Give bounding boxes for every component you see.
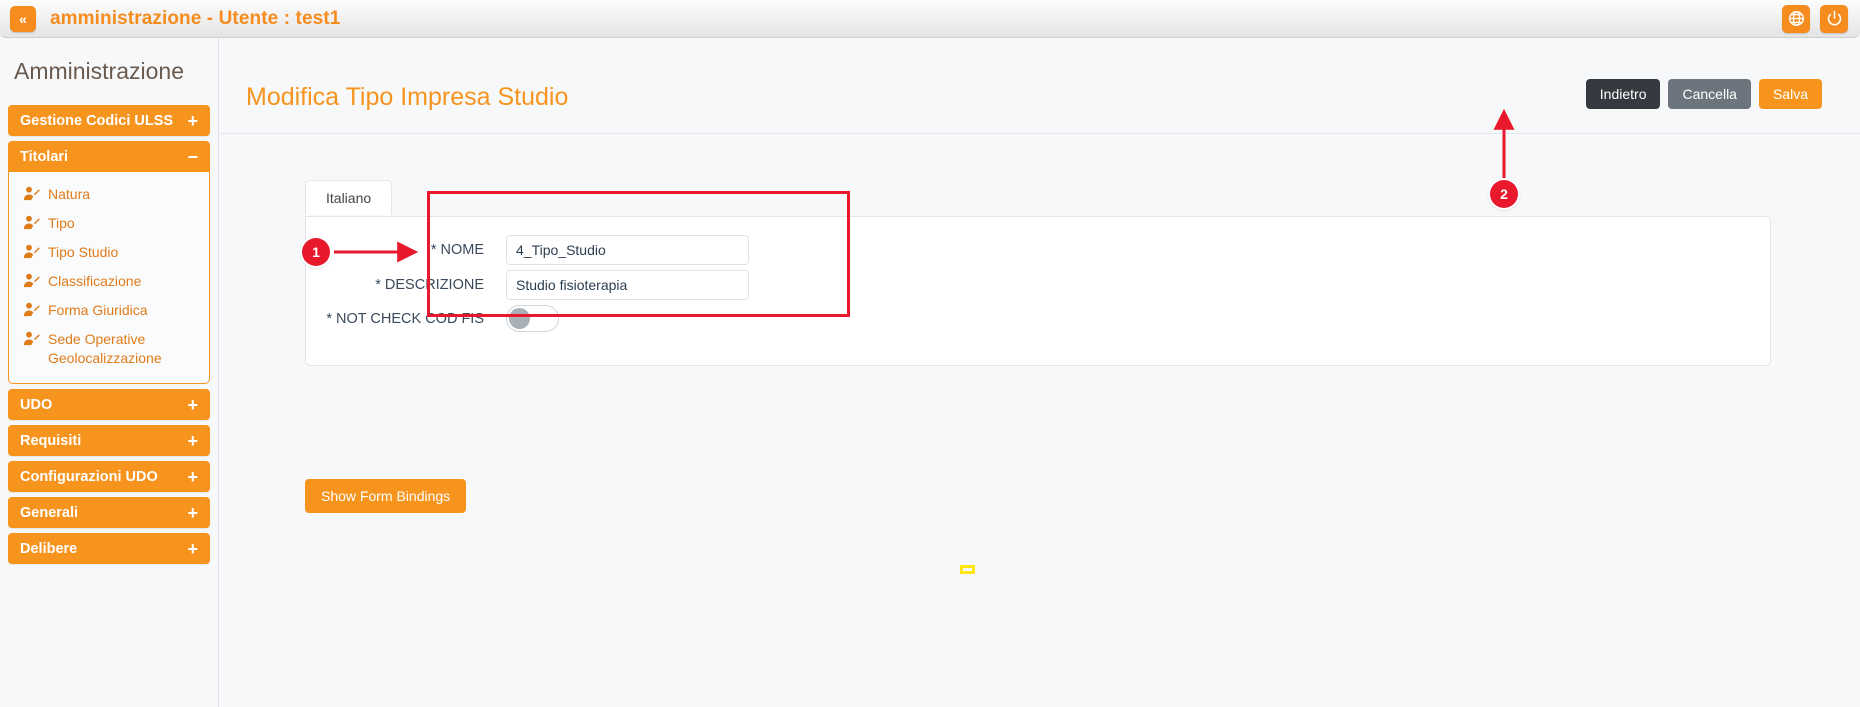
sidebar-group-udo: UDO + — [8, 389, 210, 420]
sidebar-item-sede-operative-geolocalizzazione[interactable]: Sede Operative Geolocalizzazione — [9, 325, 209, 373]
user-edit-icon — [23, 331, 40, 346]
sidebar-title: Amministrazione — [14, 58, 184, 84]
sidebar-group-header-gestione-codici-ulss[interactable]: Gestione Codici ULSS + — [8, 105, 210, 136]
nome-field[interactable] — [506, 235, 749, 265]
sidebar-group-generali: Generali + — [8, 497, 210, 528]
sidebar-group-delibere: Delibere + — [8, 533, 210, 564]
sidebar-collapse-icon[interactable]: « — [10, 5, 36, 32]
page-header: Modifica Tipo Impresa Studio Indietro Can… — [220, 38, 1860, 134]
sidebar-item-forma-giuridica[interactable]: Forma Giuridica — [9, 296, 209, 325]
sidebar-group-label: Delibere — [20, 540, 78, 557]
sidebar-group-label: Configurazioni UDO — [20, 468, 158, 485]
not-check-cod-fis-toggle[interactable] — [506, 305, 559, 332]
field-row-not-check-cod-fis: * NOT CHECK COD FIS — [306, 305, 559, 332]
sidebar-item-tipo[interactable]: Tipo — [9, 209, 209, 238]
plus-icon: + — [187, 110, 198, 131]
sidebar-group-label: UDO — [20, 396, 53, 413]
field-row-descrizione: * DESCRIZIONE — [306, 270, 749, 300]
not-check-cod-fis-label: * NOT CHECK COD FIS — [326, 310, 484, 327]
sidebar-group-gestione-codici-ulss: Gestione Codici ULSS + — [8, 105, 210, 136]
save-button[interactable]: Salva — [1758, 79, 1822, 109]
field-row-nome: * NOME — [306, 235, 749, 265]
sidebar-group-header-delibere[interactable]: Delibere + — [8, 533, 210, 564]
language-tabs: Italiano — [305, 180, 393, 215]
sidebar-group-header-udo[interactable]: UDO + — [8, 389, 210, 420]
sidebar-group-label: Requisiti — [20, 432, 82, 449]
sidebar-item-label: Natura — [48, 186, 91, 202]
sidebar-item-label: Classificazione — [48, 273, 142, 289]
sidebar: Amministrazione Gestione Codici ULSS + Tit… — [0, 38, 219, 707]
globe-icon[interactable] — [1782, 4, 1810, 33]
sidebar-item-label: Tipo — [48, 215, 75, 231]
descrizione-field[interactable] — [506, 270, 749, 300]
show-form-bindings-button[interactable]: Show Form Bindings — [305, 479, 467, 513]
toggle-knob — [509, 308, 530, 329]
minus-icon: − — [187, 146, 198, 167]
plus-icon: + — [187, 430, 198, 451]
nome-label: * NOME — [430, 242, 484, 258]
sidebar-nav: Gestione Codici ULSS + Titolari − Natura Ti… — [0, 85, 218, 564]
sidebar-group-header-requisiti[interactable]: Requisiti + — [8, 425, 210, 456]
sidebar-group-header-generali[interactable]: Generali + — [8, 497, 210, 528]
sidebar-item-tipo-studio[interactable]: Tipo Studio — [9, 238, 209, 267]
page-title: Modifica Tipo Impresa Studio — [246, 83, 569, 111]
plus-icon: + — [187, 502, 198, 523]
back-button[interactable]: Indietro — [1585, 79, 1661, 109]
descrizione-label: * DESCRIZIONE — [375, 277, 484, 293]
cancel-button[interactable]: Cancella — [1668, 79, 1751, 109]
form-area: Italiano * NOME * DESCRIZIONE * NOT CHEC… — [220, 134, 1860, 574]
user-edit-icon — [23, 186, 40, 201]
sidebar-group-label: Gestione Codici ULSS — [20, 112, 174, 129]
user-edit-icon — [23, 273, 40, 288]
sidebar-group-requisiti: Requisiti + — [8, 425, 210, 456]
top-bar: « amministrazione - Utente : test1 — [0, 0, 1860, 38]
topbar-actions — [1782, 4, 1848, 33]
sidebar-group-label: Generali — [20, 504, 79, 521]
tab-italiano[interactable]: Italiano — [305, 180, 393, 215]
user-edit-icon — [23, 302, 40, 317]
sidebar-group-titolari: Titolari − Natura Tipo Tipo Studio Classi… — [8, 141, 210, 384]
sidebar-group-label: Titolari — [20, 148, 69, 165]
sidebar-group-configurazioni-udo: Configurazioni UDO + — [8, 461, 210, 492]
yellow-marker-icon — [960, 565, 975, 574]
sidebar-group-header-configurazioni-udo[interactable]: Configurazioni UDO + — [8, 461, 210, 492]
plus-icon: + — [187, 538, 198, 559]
plus-icon: + — [187, 466, 198, 487]
annotation-badge-2: 2 — [1490, 180, 1518, 208]
sidebar-item-classificazione[interactable]: Classificazione — [9, 267, 209, 296]
plus-icon: + — [187, 394, 198, 415]
sidebar-group-header-titolari[interactable]: Titolari − — [8, 141, 210, 172]
power-icon[interactable] — [1820, 4, 1848, 33]
main-content: Modifica Tipo Impresa Studio Indietro Can… — [220, 38, 1860, 707]
sidebar-item-label: Forma Giuridica — [48, 302, 148, 318]
sidebar-item-natura[interactable]: Natura — [9, 180, 209, 209]
app-title: amministrazione - Utente : test1 — [50, 7, 341, 29]
user-edit-icon — [23, 215, 40, 230]
form-card: * NOME * DESCRIZIONE * NOT CHECK COD FIS — [305, 216, 1771, 366]
user-edit-icon — [23, 244, 40, 259]
sidebar-subnav: Natura Tipo Tipo Studio Classificazione … — [8, 172, 210, 384]
annotation-badge-1: 1 — [302, 238, 330, 266]
sidebar-item-label: Sede Operative Geolocalizzazione — [48, 331, 162, 366]
sidebar-item-label: Tipo Studio — [48, 244, 119, 260]
page-action-buttons: Indietro Cancella Salva — [1585, 79, 1822, 109]
